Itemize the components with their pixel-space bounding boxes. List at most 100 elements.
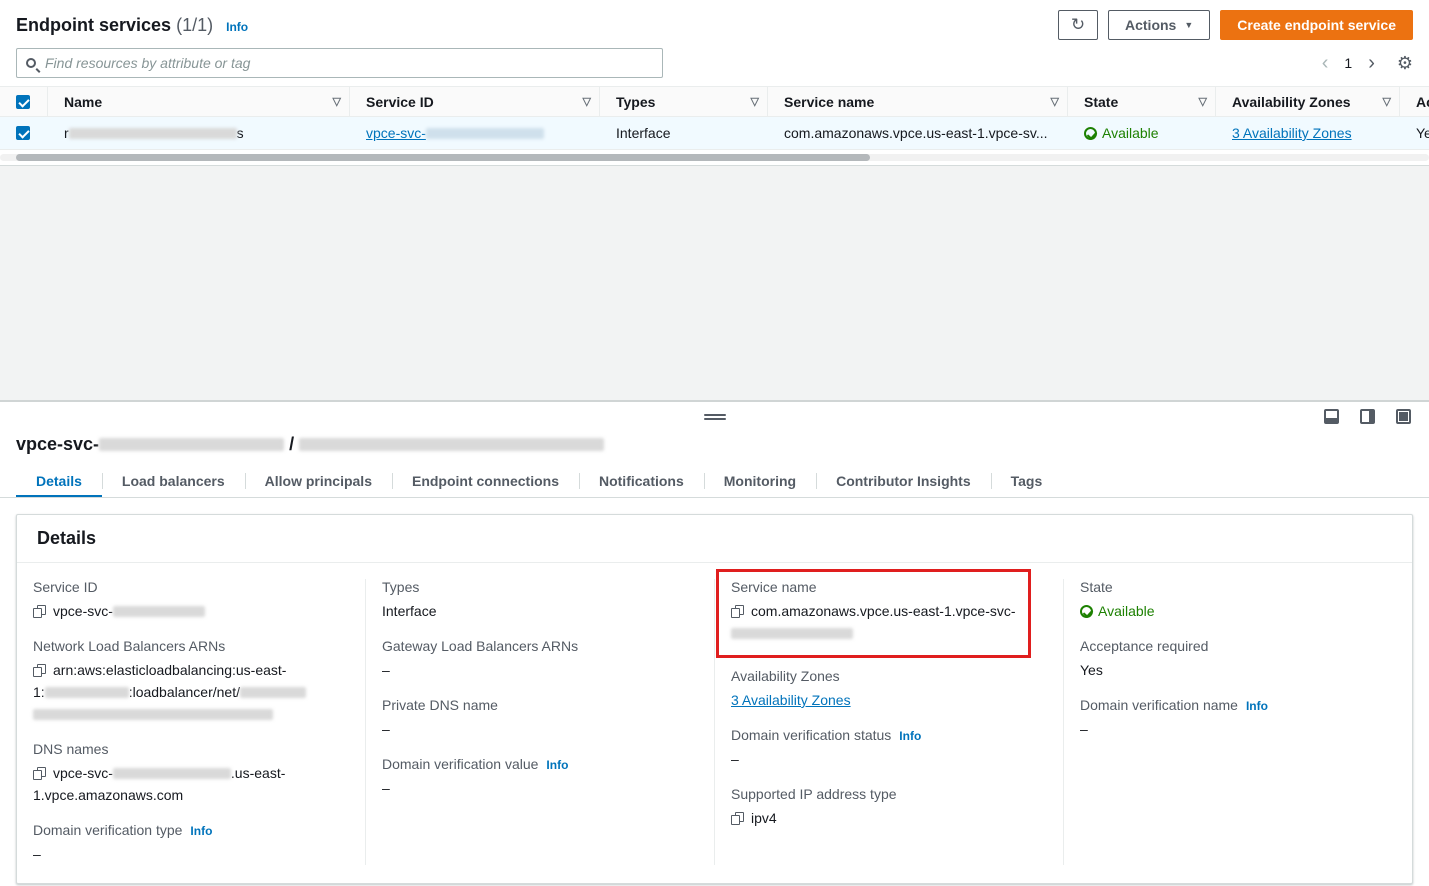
cell-service-id: vpce-svc- bbox=[350, 117, 600, 149]
resource-count: (1/1) bbox=[176, 15, 213, 35]
panel-position-side-icon[interactable] bbox=[1360, 409, 1375, 424]
tab-notifications[interactable]: Notifications bbox=[579, 465, 704, 497]
split-panel-drag-handle[interactable] bbox=[704, 412, 726, 422]
detail-panel-title: vpce-svc- / bbox=[0, 434, 1429, 465]
field-label: DNS names bbox=[33, 741, 349, 757]
service-id-link[interactable]: vpce-svc- bbox=[366, 125, 544, 141]
column-header-state[interactable]: State▽ bbox=[1068, 87, 1216, 116]
filter-icon[interactable]: ▽ bbox=[743, 95, 759, 108]
copy-icon[interactable] bbox=[731, 812, 744, 825]
field-service-id: Service ID vpce-svc- bbox=[33, 579, 349, 622]
pagination-next[interactable]: › bbox=[1368, 53, 1375, 73]
redacted-text bbox=[731, 628, 853, 639]
filter-icon[interactable]: ▽ bbox=[1375, 95, 1391, 108]
info-link[interactable]: Info bbox=[226, 20, 248, 34]
column-header-service-id[interactable]: Service ID▽ bbox=[350, 87, 600, 116]
settings-gear-icon[interactable]: ⚙ bbox=[1397, 53, 1413, 74]
redacted-text bbox=[299, 438, 604, 451]
cell-state: Available bbox=[1068, 117, 1216, 149]
field-label: Service name bbox=[731, 579, 1016, 595]
filter-icon[interactable]: ▽ bbox=[1191, 95, 1207, 108]
field-label: Domain verification valueInfo bbox=[382, 756, 698, 772]
horizontal-scrollbar-thumb[interactable] bbox=[16, 154, 870, 161]
redacted-text bbox=[99, 438, 284, 451]
search-input[interactable] bbox=[43, 54, 653, 72]
column-header-acceptance[interactable]: Acceptance required bbox=[1400, 87, 1429, 116]
column-header-types[interactable]: Types▽ bbox=[600, 87, 768, 116]
field-value: vpce-svc-.us-east- 1.vpce.amazonaws.com bbox=[33, 762, 349, 806]
details-column-3: Service name com.amazonaws.vpce.us-east-… bbox=[714, 579, 1063, 865]
cell-types: Interface bbox=[600, 117, 768, 149]
field-label: Gateway Load Balancers ARNs bbox=[382, 638, 698, 654]
copy-icon[interactable] bbox=[33, 605, 46, 618]
tab-monitoring[interactable]: Monitoring bbox=[704, 465, 816, 497]
filter-icon[interactable]: ▽ bbox=[575, 95, 591, 108]
tab-allow-principals[interactable]: Allow principals bbox=[245, 465, 392, 497]
create-endpoint-service-button[interactable]: Create endpoint service bbox=[1220, 10, 1413, 40]
redacted-text bbox=[33, 709, 273, 720]
table-row[interactable]: rs vpce-svc- Interface com.amazonaws.vpc… bbox=[0, 117, 1429, 150]
split-panel-bar bbox=[0, 402, 1429, 434]
field-availability-zones: Availability Zones 3 Availability Zones bbox=[731, 668, 1047, 711]
redacted-text bbox=[113, 606, 205, 617]
field-value: – bbox=[382, 718, 698, 740]
field-supported-ip-address-type: Supported IP address type ipv4 bbox=[731, 786, 1047, 829]
pagination-page-number[interactable]: 1 bbox=[1344, 55, 1352, 71]
column-header-name[interactable]: Name▽ bbox=[48, 87, 350, 116]
field-label: Domain verification typeInfo bbox=[33, 822, 349, 838]
redacted-text bbox=[240, 687, 306, 698]
field-types: Types Interface bbox=[382, 579, 698, 622]
details-column-1: Service ID vpce-svc- Network Load Balanc… bbox=[17, 579, 365, 865]
availability-zones-link[interactable]: 3 Availability Zones bbox=[1232, 125, 1352, 141]
panel-position-full-icon[interactable] bbox=[1396, 409, 1411, 424]
toolbar-actions: ↻ Actions ▼ Create endpoint service bbox=[1058, 10, 1413, 40]
actions-button[interactable]: Actions ▼ bbox=[1108, 10, 1210, 40]
chevron-down-icon: ▼ bbox=[1184, 21, 1193, 30]
content-background bbox=[0, 166, 1429, 400]
tab-details[interactable]: Details bbox=[16, 465, 102, 497]
field-value: Available bbox=[1080, 600, 1396, 622]
column-header-availability-zones[interactable]: Availability Zones▽ bbox=[1216, 87, 1400, 116]
tab-tags[interactable]: Tags bbox=[991, 465, 1063, 497]
field-label: State bbox=[1080, 579, 1396, 595]
field-acceptance-required: Acceptance required Yes bbox=[1080, 638, 1396, 681]
availability-zones-link[interactable]: 3 Availability Zones bbox=[731, 692, 851, 708]
field-label: Service ID bbox=[33, 579, 349, 595]
info-link[interactable]: Info bbox=[899, 729, 921, 743]
vpc-endpoint-services-page: Endpoint services (1/1) Info ↻ Actions ▼… bbox=[0, 0, 1429, 886]
field-value: – bbox=[382, 777, 698, 799]
field-value: – bbox=[731, 748, 1047, 770]
page-title-text: Endpoint services bbox=[16, 15, 171, 35]
page-title: Endpoint services (1/1) Info bbox=[16, 10, 248, 42]
info-link[interactable]: Info bbox=[546, 758, 568, 772]
copy-icon[interactable] bbox=[33, 664, 46, 677]
field-domain-verification-value: Domain verification valueInfo – bbox=[382, 756, 698, 799]
field-private-dns-name: Private DNS name – bbox=[382, 697, 698, 740]
search-box bbox=[16, 48, 663, 78]
cell-availability-zones: 3 Availability Zones bbox=[1216, 117, 1400, 149]
field-network-load-balancers-arns: Network Load Balancers ARNs arn:aws:elas… bbox=[33, 638, 349, 725]
row-checkbox[interactable] bbox=[16, 126, 30, 140]
info-link[interactable]: Info bbox=[1246, 699, 1268, 713]
annotation-highlight-box: Service name com.amazonaws.vpce.us-east-… bbox=[716, 569, 1031, 658]
field-label: Domain verification nameInfo bbox=[1080, 697, 1396, 713]
select-all-checkbox[interactable] bbox=[16, 95, 30, 109]
filter-icon[interactable]: ▽ bbox=[1043, 95, 1059, 108]
column-header-service-name[interactable]: Service name▽ bbox=[768, 87, 1068, 116]
field-value: – bbox=[382, 659, 698, 681]
filter-icon[interactable]: ▽ bbox=[325, 95, 341, 108]
tab-load-balancers[interactable]: Load balancers bbox=[102, 465, 245, 497]
panel-position-bottom-icon[interactable] bbox=[1324, 409, 1339, 424]
status-available-icon bbox=[1080, 605, 1093, 618]
tab-contributor-insights[interactable]: Contributor Insights bbox=[816, 465, 991, 497]
status-badge: Available bbox=[1102, 125, 1159, 141]
field-service-name: Service name com.amazonaws.vpce.us-east-… bbox=[731, 579, 1016, 644]
copy-icon[interactable] bbox=[731, 605, 744, 618]
refresh-button[interactable]: ↻ bbox=[1058, 10, 1098, 40]
copy-icon[interactable] bbox=[33, 767, 46, 780]
tab-endpoint-connections[interactable]: Endpoint connections bbox=[392, 465, 579, 497]
field-value: Yes bbox=[1080, 659, 1396, 681]
info-link[interactable]: Info bbox=[190, 824, 212, 838]
cell-acceptance: Yes bbox=[1400, 117, 1429, 149]
pagination-prev[interactable]: ‹ bbox=[1322, 53, 1329, 73]
